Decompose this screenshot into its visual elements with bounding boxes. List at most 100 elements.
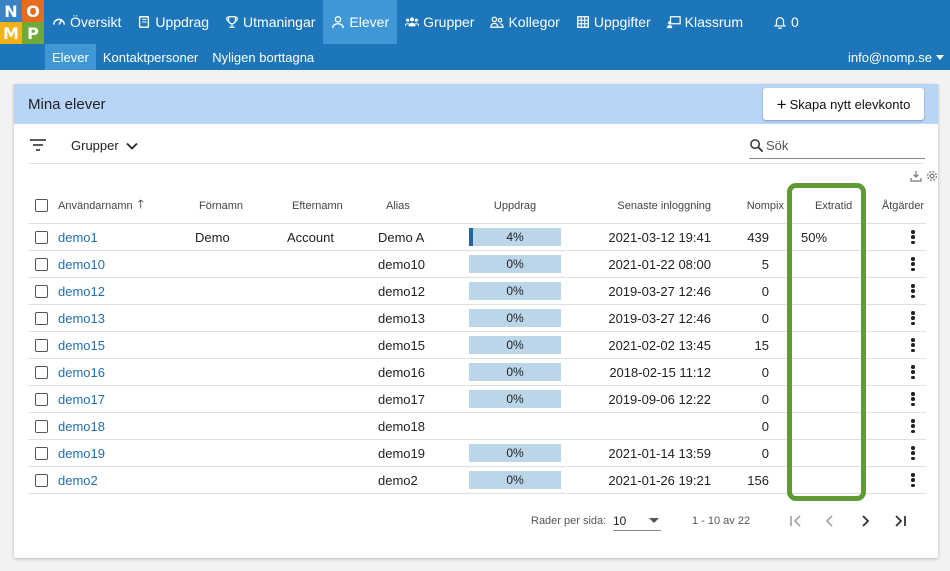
table-row[interactable]: demo12 demo12 0% 2019-03-27 12:46 0 — [28, 278, 926, 305]
row-checkbox[interactable] — [35, 231, 48, 244]
table-row[interactable]: demo13 demo13 0% 2019-03-27 12:46 0 — [28, 305, 926, 332]
table-row[interactable]: demo2 demo2 0% 2021-01-26 19:21 156 — [28, 467, 926, 494]
row-checkbox[interactable] — [35, 339, 48, 352]
username-link[interactable]: demo15 — [58, 332, 105, 358]
subnav-item-students[interactable]: Elever — [45, 44, 96, 70]
progress-cell: 0% — [469, 440, 561, 466]
subnav-item-contacts[interactable]: Kontaktpersoner — [96, 44, 205, 70]
nav-item-overview[interactable]: Översikt — [44, 0, 129, 44]
column-header-username[interactable]: Användarnamn 🡑 — [58, 188, 144, 223]
nav-item-students[interactable]: Elever — [323, 0, 398, 44]
last-login-cell: 2021-02-02 13:45 — [608, 337, 711, 353]
row-actions-button[interactable] — [908, 332, 918, 358]
nav-item-tasks[interactable]: Uppgifter — [568, 0, 659, 44]
nompix-cell: 15 — [754, 337, 769, 353]
username-link[interactable]: demo19 — [58, 440, 105, 466]
username-link[interactable]: demo18 — [58, 413, 105, 439]
username-link[interactable]: demo2 — [58, 467, 98, 493]
select-all-checkbox[interactable] — [35, 199, 48, 212]
column-header-alias[interactable]: Alias — [386, 188, 410, 223]
column-header-last-login[interactable]: Senaste inloggning — [573, 188, 711, 223]
nompix-cell: 5 — [761, 256, 769, 272]
row-actions-button[interactable] — [908, 359, 918, 385]
nav-item-classroom[interactable]: Klassrum — [659, 0, 751, 44]
row-checkbox[interactable] — [35, 366, 48, 379]
row-actions-button[interactable] — [908, 413, 918, 439]
last-page-icon — [895, 515, 906, 527]
row-actions-button[interactable] — [908, 386, 918, 412]
row-checkbox[interactable] — [35, 312, 48, 325]
username-link[interactable]: demo17 — [58, 386, 105, 412]
chevron-down-icon — [126, 142, 138, 150]
table-row[interactable]: demo10 demo10 0% 2021-01-22 08:00 5 — [28, 251, 926, 278]
sort-ascending-icon: 🡑 — [137, 197, 144, 211]
column-header-last-name[interactable]: Efternamn — [292, 188, 343, 223]
chevron-right-icon — [862, 515, 870, 527]
rows-per-page-select[interactable]: 10 — [613, 511, 661, 531]
row-actions-button[interactable] — [908, 305, 918, 331]
username-link[interactable]: demo1 — [58, 224, 98, 250]
row-checkbox[interactable] — [35, 258, 48, 271]
gear-icon[interactable] — [926, 170, 938, 182]
table-row[interactable]: demo19 demo19 0% 2021-01-14 13:59 0 — [28, 440, 926, 467]
nav-item-label: Utmaningar — [243, 14, 316, 30]
search-input[interactable] — [766, 138, 916, 153]
column-header-nompix[interactable]: Nompix — [744, 188, 784, 223]
username-link[interactable]: demo12 — [58, 278, 105, 304]
rows-per-page-value: 10 — [613, 513, 627, 528]
main-nav: Översikt Uppdrag Utmaningar Elever Grupp… — [44, 0, 807, 44]
row-checkbox[interactable] — [35, 420, 48, 433]
row-actions-button[interactable] — [908, 224, 918, 250]
username-link[interactable]: demo10 — [58, 251, 105, 277]
row-checkbox[interactable] — [35, 393, 48, 406]
row-checkbox[interactable] — [35, 447, 48, 460]
row-checkbox[interactable] — [35, 474, 48, 487]
notifications-button[interactable]: 0 — [751, 0, 807, 44]
username-link[interactable]: demo13 — [58, 305, 105, 331]
create-student-button[interactable]: + Skapa nytt elevkonto — [763, 88, 924, 120]
groups-dropdown-label: Grupper — [71, 138, 119, 153]
column-header-extra-time[interactable]: Extratid — [815, 188, 852, 223]
filter-icon[interactable] — [30, 138, 46, 152]
nav-item-groups[interactable]: Grupper — [397, 0, 482, 44]
previous-page-button[interactable] — [819, 510, 841, 532]
last-page-button[interactable] — [889, 510, 911, 532]
table-row[interactable]: demo16 demo16 0% 2018-02-15 11:12 0 — [28, 359, 926, 386]
more-vertical-icon — [911, 446, 915, 460]
progress-label: 0% — [506, 365, 524, 379]
pagination: Rader per sida: 10 1 - 10 av 22 — [14, 504, 938, 538]
nompix-cell: 0 — [761, 391, 769, 407]
row-actions-button[interactable] — [908, 251, 918, 277]
progress-label: 0% — [506, 257, 524, 271]
first-page-button[interactable] — [785, 510, 807, 532]
user-menu[interactable]: info@nomp.se — [848, 44, 944, 70]
row-actions-button[interactable] — [908, 440, 918, 466]
row-checkbox[interactable] — [35, 285, 48, 298]
subnav-item-recently-deleted[interactable]: Nyligen borttagna — [205, 44, 321, 70]
row-actions-button[interactable] — [908, 278, 918, 304]
progress-cell: 0% — [469, 332, 561, 358]
column-header-progress[interactable]: Uppdrag — [469, 188, 561, 223]
user-email: info@nomp.se — [847, 49, 932, 65]
nompix-cell: 156 — [747, 472, 769, 488]
progress-label: 0% — [506, 392, 524, 406]
nav-item-challenges[interactable]: Utmaningar — [217, 0, 323, 44]
groups-dropdown[interactable]: Grupper — [71, 138, 138, 153]
bell-icon — [773, 15, 787, 29]
download-icon[interactable] — [910, 170, 922, 182]
table-row[interactable]: demo18 demo18 0 — [28, 413, 926, 440]
top-navigation-bar: N O M P Översikt Uppdrag Utmaningar Elev… — [0, 0, 950, 44]
progress-bar: 0% — [469, 282, 561, 300]
nav-item-assignments[interactable]: Uppdrag — [129, 0, 217, 44]
more-vertical-icon — [911, 419, 915, 433]
row-actions-button[interactable] — [908, 467, 918, 493]
username-link[interactable]: demo16 — [58, 359, 105, 385]
table-row[interactable]: demo15 demo15 0% 2021-02-02 13:45 15 — [28, 332, 926, 359]
next-page-button[interactable] — [854, 510, 876, 532]
alias-cell: demo2 — [378, 472, 418, 488]
column-header-first-name[interactable]: Förnamn — [199, 188, 243, 223]
table-row[interactable]: demo17 demo17 0% 2019-09-06 12:22 0 — [28, 386, 926, 413]
nav-item-colleagues[interactable]: Kollegor — [482, 0, 567, 44]
nomp-logo[interactable]: N O M P — [0, 0, 44, 44]
table-row[interactable]: demo1 Demo Account Demo A 4% 2021-03-12 19:41… — [28, 224, 926, 251]
